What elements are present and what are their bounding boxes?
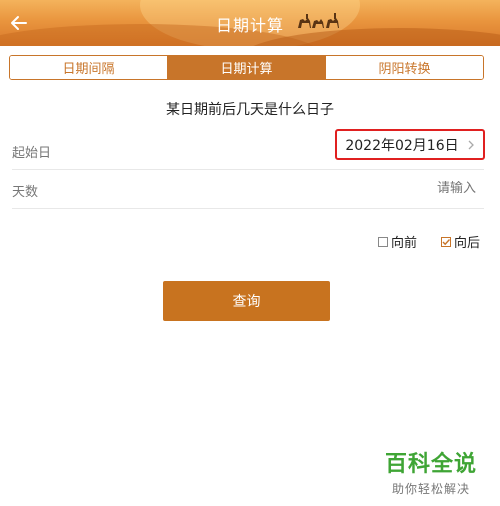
query-button[interactable]: 查询 [163,281,330,321]
chevron-right-icon [468,140,474,149]
section-subtitle: 某日期前后几天是什么日子 [166,102,334,118]
before-checkbox[interactable] [377,236,388,247]
watermark-logo: 百科全说 助你轻松解决 [376,446,486,497]
days-label: 天数 [12,185,39,200]
header-bar: 日期计算 [0,0,500,46]
tab-lunar-solar-convert[interactable]: 阴阳转换 [326,56,483,79]
page-title: 日期计算 [215,16,284,35]
before-label: 向前 [390,236,417,251]
watermark-main: 百科全说 [384,452,477,477]
start-date-value: 2022年02月16日 [345,137,459,154]
tab-date-interval[interactable]: 日期间隔 [10,56,168,79]
start-date-label: 起始日 [12,146,52,161]
start-date-picker[interactable]: 2022年02月16日 [335,129,485,160]
option-before[interactable]: 向前 [377,232,417,251]
watermark-sub: 助你轻松解决 [391,482,470,496]
after-checkbox[interactable] [440,236,451,247]
tab-date-calculate[interactable]: 日期计算 [168,56,326,79]
direction-options: 向前 向后 [377,232,480,251]
option-after[interactable]: 向后 [440,232,480,251]
after-label: 向后 [453,236,480,251]
camel-caravan-icon [298,13,339,28]
tab-bar: 日期间隔 日期计算 阴阳转换 [9,55,484,80]
start-date-row: 起始日 2022年02月16日 [12,129,485,170]
checkmark-icon [442,238,451,245]
days-input[interactable] [356,181,476,196]
days-row: 天数 [12,171,484,209]
